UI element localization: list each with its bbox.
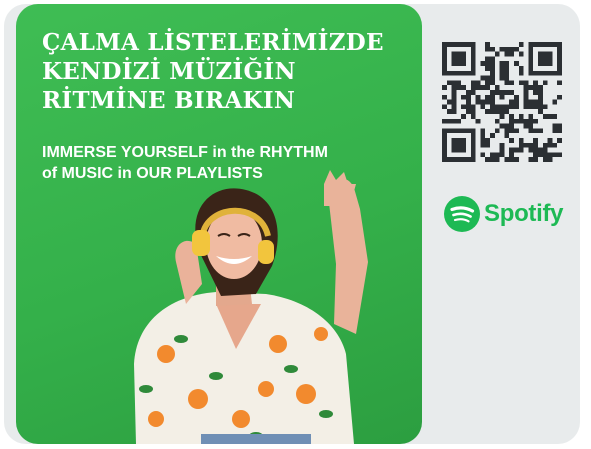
ad-card: ÇALMA LİSTELERİMİZDE KENDİZİ MÜZİĞİN RİT…	[4, 4, 580, 444]
headline-english: IMMERSE YOURSELF in the RHYTHM of MUSIC …	[42, 142, 422, 184]
hero-panel: ÇALMA LİSTELERİMİZDE KENDİZİ MÜZİĞİN RİT…	[16, 4, 422, 444]
headline-turkish-line-3: RİTMİNE BIRAKIN	[42, 87, 296, 114]
spotify-brand[interactable]: Spotify	[444, 196, 564, 232]
spotify-wordmark: Spotify	[484, 200, 564, 227]
headline-turkish-line-1: ÇALMA LİSTELERİMİZDE	[42, 29, 384, 56]
headline-english-line-1: IMMERSE YOURSELF in the RHYTHM	[42, 144, 328, 161]
headline-english-line-2: of MUSIC in OUR PLAYLISTS	[42, 165, 263, 182]
qr-code-icon[interactable]	[442, 42, 562, 162]
headline-turkish-line-2: KENDİZİ MÜZİĞİN	[42, 58, 296, 85]
spotify-logo-icon	[444, 196, 480, 232]
headline-turkish: ÇALMA LİSTELERİMİZDE KENDİZİ MÜZİĞİN RİT…	[42, 28, 412, 115]
